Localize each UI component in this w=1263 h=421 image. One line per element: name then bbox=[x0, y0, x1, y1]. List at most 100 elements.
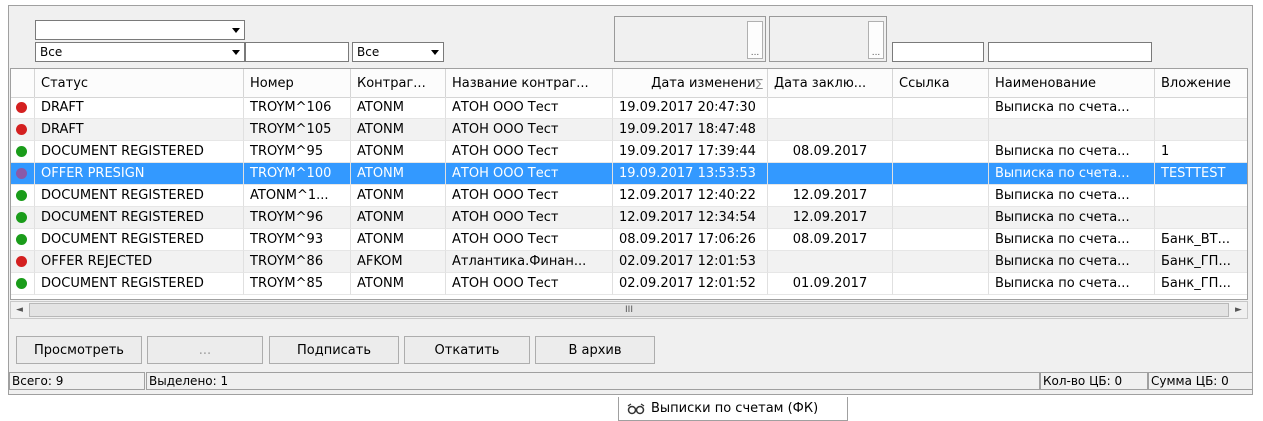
cell-number[interactable]: TROYM^96 bbox=[244, 207, 351, 229]
cell-number[interactable]: TROYM^100 bbox=[244, 163, 351, 185]
cell-contractor[interactable]: ATONM bbox=[351, 229, 446, 251]
cell-contractor-name[interactable]: АТОН ООО Тест bbox=[446, 229, 613, 251]
cell-name[interactable]: Выписка по счета... bbox=[989, 251, 1155, 273]
horizontal-scrollbar[interactable]: ◄ III ► bbox=[10, 301, 1248, 319]
cell-status[interactable]: DRAFT bbox=[35, 119, 244, 141]
link-filter-input[interactable] bbox=[892, 42, 984, 62]
table-row[interactable]: DOCUMENT REGISTERED TROYM^85 ATONM АТОН ООО… bbox=[11, 273, 1247, 295]
cell-status[interactable]: DOCUMENT REGISTERED bbox=[35, 207, 244, 229]
cell-link[interactable] bbox=[893, 273, 989, 295]
chevron-down-icon[interactable] bbox=[228, 21, 244, 39]
table-row[interactable]: OFFER REJECTED TROYM^86 AFKOM Атлантика.Фин… bbox=[11, 251, 1247, 273]
header-date-concluded[interactable]: Дата заклю... bbox=[768, 69, 893, 97]
cell-attachment[interactable] bbox=[1155, 185, 1247, 207]
cell-date-changed[interactable]: 19.09.2017 13:53:53 bbox=[613, 163, 768, 185]
documents-table[interactable]: Статус Номер Контраг... Название контраг… bbox=[10, 68, 1248, 300]
date-changed-ellipsis-button[interactable]: ... bbox=[747, 21, 763, 59]
cell-contractor-name[interactable]: Атлантика.Финан... bbox=[446, 251, 613, 273]
cell-date-concluded[interactable] bbox=[768, 163, 893, 185]
cell-name[interactable]: Выписка по счета... bbox=[989, 141, 1155, 163]
name-filter-input[interactable] bbox=[988, 42, 1152, 62]
cell-status[interactable]: DOCUMENT REGISTERED bbox=[35, 229, 244, 251]
cell-date-concluded[interactable]: 01.09.2017 bbox=[768, 273, 893, 295]
table-row[interactable]: DRAFT TROYM^106 ATONM АТОН ООО Тест 19.09.20… bbox=[11, 97, 1247, 119]
cell-date-concluded[interactable]: 12.09.2017 bbox=[768, 207, 893, 229]
cell-status[interactable]: DOCUMENT REGISTERED bbox=[35, 185, 244, 207]
cell-contractor[interactable]: ATONM bbox=[351, 207, 446, 229]
cell-link[interactable] bbox=[893, 141, 989, 163]
status-filter-combo[interactable]: Все bbox=[35, 42, 245, 62]
cell-date-concluded[interactable] bbox=[768, 97, 893, 119]
scroll-thumb[interactable]: III bbox=[29, 303, 1229, 317]
cell-link[interactable] bbox=[893, 119, 989, 141]
number-filter-input[interactable] bbox=[245, 42, 349, 62]
chevron-down-icon[interactable] bbox=[228, 43, 244, 61]
top-filter-combo[interactable] bbox=[35, 20, 245, 40]
header-date-changed[interactable]: Дата изменени ∑ bbox=[613, 69, 768, 97]
cell-contractor-name[interactable]: АТОН ООО Тест bbox=[446, 273, 613, 295]
cell-contractor-name[interactable]: АТОН ООО Тест bbox=[446, 207, 613, 229]
cell-name[interactable]: Выписка по счета... bbox=[989, 273, 1155, 295]
cell-date-concluded[interactable]: 08.09.2017 bbox=[768, 229, 893, 251]
table-row[interactable]: DOCUMENT REGISTERED TROYM^96 ATONM АТОН ООО… bbox=[11, 207, 1247, 229]
cell-number[interactable]: ATONM^1... bbox=[244, 185, 351, 207]
table-row[interactable]: OFFER PRESIGN TROYM^100 ATONM АТОН ООО Тест… bbox=[11, 163, 1247, 185]
cell-attachment[interactable]: Банк_ГП... bbox=[1155, 273, 1247, 295]
view-button[interactable]: Просмотреть bbox=[16, 336, 142, 364]
cell-status[interactable]: DRAFT bbox=[35, 97, 244, 119]
cell-name[interactable]: Выписка по счета... bbox=[989, 163, 1155, 185]
cell-link[interactable] bbox=[893, 207, 989, 229]
cell-number[interactable]: TROYM^105 bbox=[244, 119, 351, 141]
header-name[interactable]: Наименование bbox=[989, 69, 1155, 97]
rollback-button[interactable]: Откатить bbox=[404, 336, 530, 364]
cell-contractor-name[interactable]: АТОН ООО Тест bbox=[446, 97, 613, 119]
date-concluded-filter[interactable]: ... bbox=[769, 16, 887, 62]
cell-contractor-name[interactable]: АТОН ООО Тест bbox=[446, 185, 613, 207]
cell-contractor-name[interactable]: АТОН ООО Тест bbox=[446, 163, 613, 185]
cell-attachment[interactable]: Банк_ВТ... bbox=[1155, 229, 1247, 251]
more-button[interactable]: ... bbox=[147, 336, 263, 364]
cell-contractor-name[interactable]: АТОН ООО Тест bbox=[446, 141, 613, 163]
date-changed-filter[interactable]: ... bbox=[614, 16, 766, 62]
cell-name[interactable]: Выписка по счета... bbox=[989, 97, 1155, 119]
cell-attachment[interactable]: 1 bbox=[1155, 141, 1247, 163]
table-row[interactable]: DOCUMENT REGISTERED TROYM^93 ATONM АТОН ООО… bbox=[11, 229, 1247, 251]
header-contractor-name[interactable]: Название контраг... bbox=[446, 69, 613, 97]
header-attachment[interactable]: Вложение bbox=[1155, 69, 1247, 97]
cell-contractor[interactable]: ATONM bbox=[351, 141, 446, 163]
cell-date-changed[interactable]: 02.09.2017 12:01:53 bbox=[613, 251, 768, 273]
archive-button[interactable]: В архив bbox=[535, 336, 655, 364]
cell-link[interactable] bbox=[893, 229, 989, 251]
cell-date-changed[interactable]: 19.09.2017 18:47:48 bbox=[613, 119, 768, 141]
cell-attachment[interactable] bbox=[1155, 119, 1247, 141]
scroll-left-icon[interactable]: ◄ bbox=[11, 302, 28, 318]
tab-account-statements[interactable]: Выписки по счетам (ФК) bbox=[618, 397, 848, 421]
cell-date-changed[interactable]: 12.09.2017 12:40:22 bbox=[613, 185, 768, 207]
cell-contractor[interactable]: ATONM bbox=[351, 97, 446, 119]
cell-date-concluded[interactable]: 08.09.2017 bbox=[768, 141, 893, 163]
cell-contractor[interactable]: ATONM bbox=[351, 119, 446, 141]
cell-contractor[interactable]: ATONM bbox=[351, 163, 446, 185]
cell-link[interactable] bbox=[893, 163, 989, 185]
cell-name[interactable]: Выписка по счета... bbox=[989, 229, 1155, 251]
chevron-down-icon[interactable] bbox=[427, 43, 443, 61]
cell-attachment[interactable] bbox=[1155, 207, 1247, 229]
cell-link[interactable] bbox=[893, 251, 989, 273]
cell-date-changed[interactable]: 12.09.2017 12:34:54 bbox=[613, 207, 768, 229]
cell-name[interactable]: Выписка по счета... bbox=[989, 185, 1155, 207]
cell-attachment[interactable]: TESTTEST bbox=[1155, 163, 1247, 185]
header-contractor[interactable]: Контраг... bbox=[351, 69, 446, 97]
table-row[interactable]: DOCUMENT REGISTERED TROYM^95 ATONM АТОН ООО… bbox=[11, 141, 1247, 163]
cell-date-concluded[interactable] bbox=[768, 251, 893, 273]
contractor-filter-combo[interactable]: Все bbox=[352, 42, 444, 62]
cell-status[interactable]: OFFER PRESIGN bbox=[35, 163, 244, 185]
header-status[interactable]: Статус bbox=[35, 69, 244, 97]
cell-date-changed[interactable]: 19.09.2017 17:39:44 bbox=[613, 141, 768, 163]
cell-number[interactable]: TROYM^93 bbox=[244, 229, 351, 251]
date-concluded-ellipsis-button[interactable]: ... bbox=[868, 21, 884, 59]
cell-status[interactable]: DOCUMENT REGISTERED bbox=[35, 141, 244, 163]
cell-name[interactable]: Выписка по счета... bbox=[989, 207, 1155, 229]
cell-contractor[interactable]: AFKOM bbox=[351, 251, 446, 273]
cell-number[interactable]: TROYM^106 bbox=[244, 97, 351, 119]
cell-number[interactable]: TROYM^85 bbox=[244, 273, 351, 295]
